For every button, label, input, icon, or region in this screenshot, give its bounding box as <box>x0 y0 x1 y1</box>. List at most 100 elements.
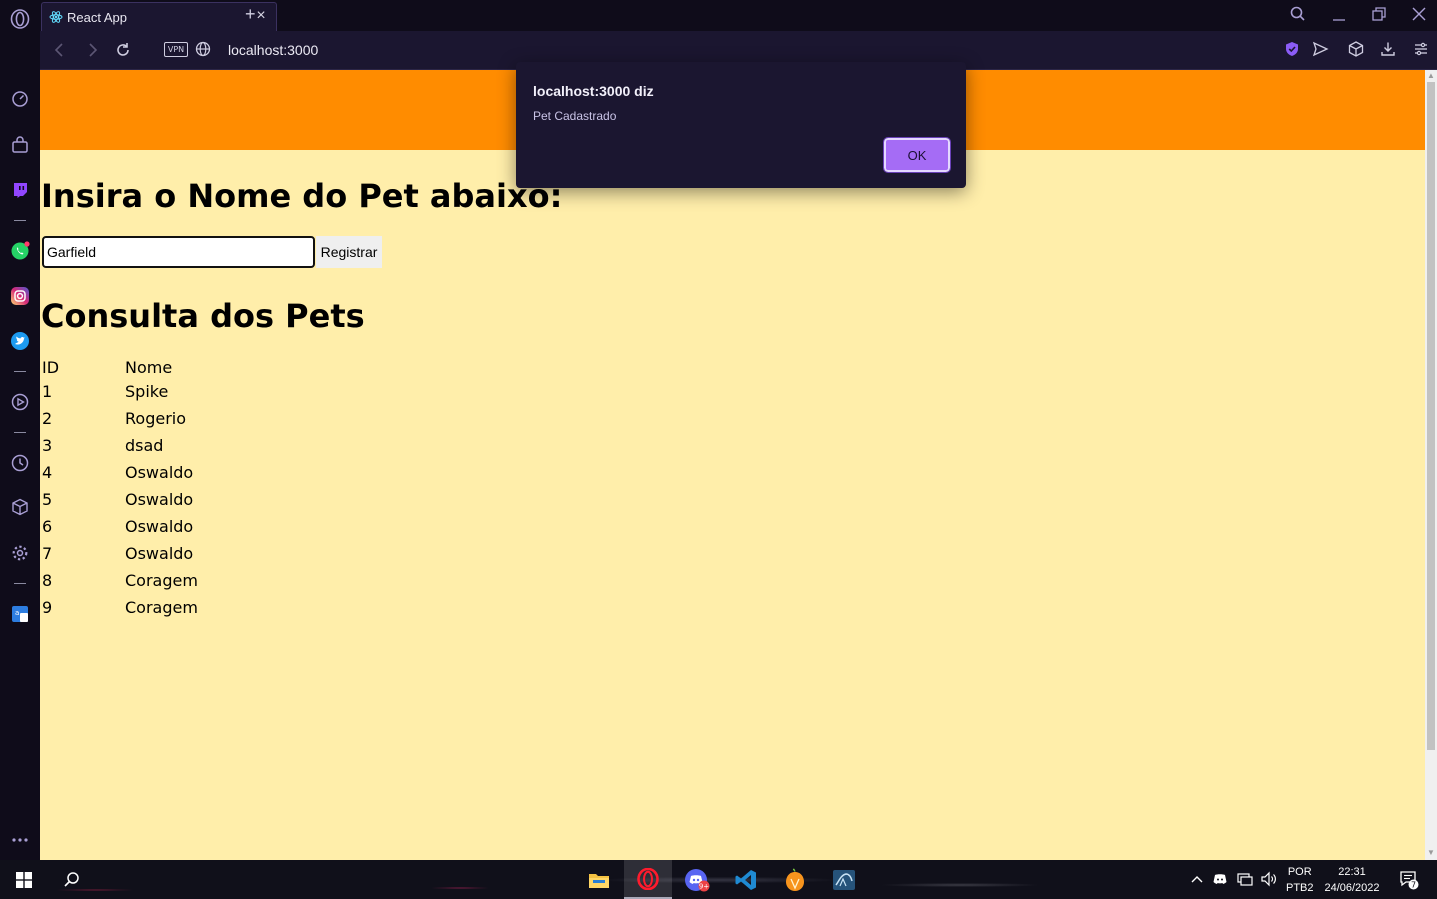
notification-count: 7 <box>1411 881 1416 890</box>
cell-id: 7 <box>42 544 53 563</box>
page-scrollbar[interactable]: ▲ ▼ <box>1425 70 1437 860</box>
cell-id: 4 <box>42 463 53 482</box>
restore-icon[interactable] <box>1370 5 1392 25</box>
pet-name-input[interactable] <box>42 236 315 268</box>
cell-nome: Oswaldo <box>125 517 194 536</box>
mysql-workbench-icon[interactable] <box>820 860 868 899</box>
cell-nome: Spike <box>125 382 169 401</box>
download-icon[interactable] <box>1379 40 1399 60</box>
cell-id: 1 <box>42 382 53 401</box>
opera-icon[interactable] <box>624 860 672 899</box>
whatsapp-icon[interactable] <box>10 241 30 261</box>
table-row: 2 Rogerio <box>42 406 198 431</box>
language-indicator[interactable]: POR PTB2 <box>1286 864 1314 896</box>
back-icon[interactable] <box>50 40 70 60</box>
url-field[interactable]: localhost:3000 <box>228 42 318 58</box>
pets-table: ID Nome 1 Spike 2 Rogerio 3 dsad 4 Oswaldo 5… <box>40 356 200 622</box>
easy-setup-icon[interactable] <box>1412 40 1432 60</box>
speed-dial-icon[interactable] <box>10 89 30 109</box>
clock[interactable]: 22:31 24/06/2022 <box>1322 864 1382 896</box>
close-window-icon[interactable] <box>1410 5 1432 25</box>
search-icon[interactable] <box>48 860 96 899</box>
search-tabs-icon[interactable] <box>1289 5 1311 25</box>
more-icon[interactable] <box>10 830 30 850</box>
settings-icon[interactable] <box>10 543 30 563</box>
discord-icon[interactable]: 9+ <box>673 860 721 899</box>
opera-logo-icon[interactable] <box>10 9 30 29</box>
tab-strip: React App × + <box>40 0 1437 31</box>
table-row: 4 Oswaldo <box>42 460 198 485</box>
close-tab-icon[interactable]: × <box>254 8 268 24</box>
new-tab-icon[interactable]: + <box>245 4 256 25</box>
alert-message: Pet Cadastrado <box>533 109 617 123</box>
table-row: 3 dsad <box>42 433 198 458</box>
keyboard-layout: PTB2 <box>1286 882 1314 894</box>
sidebar-divider <box>14 371 26 372</box>
scroll-down-icon[interactable]: ▼ <box>1426 848 1436 858</box>
table-row: 7 Oswaldo <box>42 541 198 566</box>
shopping-icon[interactable] <box>10 135 30 155</box>
vpn-badge[interactable]: VPN <box>164 42 188 57</box>
forward-icon[interactable] <box>82 40 102 60</box>
windows-start-icon[interactable] <box>0 860 48 899</box>
twitter-icon[interactable] <box>10 331 30 351</box>
chevron-up-icon[interactable] <box>1189 871 1205 887</box>
cell-nome: Rogerio <box>125 409 186 428</box>
cell-id: 3 <box>42 436 53 455</box>
page-viewport: Insira o Nome do Pet abaixo: Registrar C… <box>40 70 1425 860</box>
cell-id: 2 <box>42 409 53 428</box>
snapshot-icon[interactable] <box>1347 40 1367 60</box>
cell-nome: dsad <box>125 436 164 455</box>
minimize-icon[interactable] <box>1330 5 1352 25</box>
adblock-shield-icon[interactable] <box>1283 40 1303 60</box>
file-explorer-icon[interactable] <box>575 860 623 899</box>
table-header-row: ID Nome <box>42 358 198 377</box>
twitch-icon[interactable] <box>10 180 30 200</box>
reload-icon[interactable] <box>113 40 133 60</box>
opera-sidebar: a <box>0 0 40 860</box>
page-heading: Insira o Nome do Pet abaixo: <box>41 177 563 215</box>
windows-taskbar: 9+ POR PTB2 22:31 24/06/2022 7 <box>0 860 1437 899</box>
volume-icon[interactable] <box>1260 871 1276 887</box>
cell-nome: Oswaldo <box>125 490 194 509</box>
react-favicon-icon <box>49 10 63 29</box>
fl-studio-icon[interactable] <box>771 860 819 899</box>
clock-time: 22:31 <box>1338 866 1366 878</box>
scroll-up-icon[interactable]: ▲ <box>1426 71 1436 81</box>
consulta-heading: Consulta dos Pets <box>41 297 365 335</box>
cell-id: 5 <box>42 490 53 509</box>
globe-icon[interactable] <box>194 40 214 60</box>
table-row: 5 Oswaldo <box>42 487 198 512</box>
extensions-icon[interactable] <box>10 497 30 517</box>
cell-nome: Coragem <box>125 598 198 617</box>
column-header-id: ID <box>42 358 60 377</box>
discord-tray-icon[interactable] <box>1212 871 1228 887</box>
language-code: POR <box>1287 866 1312 878</box>
alert-dialog: localhost:3000 diz Pet Cadastrado OK <box>516 62 966 188</box>
register-button[interactable]: Registrar <box>316 236 382 268</box>
svg-text:a: a <box>15 609 19 617</box>
notification-icon[interactable]: 7 <box>1399 870 1419 890</box>
vscode-icon[interactable] <box>722 860 770 899</box>
discord-badge: 9+ <box>699 882 709 890</box>
tab-react-app[interactable]: React App × <box>41 2 277 31</box>
tab-title: React App <box>67 10 127 25</box>
alert-title: localhost:3000 diz <box>533 83 654 99</box>
sidebar-divider <box>14 220 26 221</box>
cell-nome: Coragem <box>125 571 198 590</box>
scrollbar-thumb[interactable] <box>1427 82 1435 750</box>
send-icon[interactable] <box>1311 40 1331 60</box>
column-header-nome: Nome <box>125 358 173 377</box>
history-icon[interactable] <box>10 453 30 473</box>
player-icon[interactable] <box>10 392 30 412</box>
table-row: 6 Oswaldo <box>42 514 198 539</box>
translate-icon[interactable]: a <box>10 604 30 624</box>
instagram-icon[interactable] <box>10 286 30 306</box>
cell-nome: Oswaldo <box>125 463 194 482</box>
table-row: 1 Spike <box>42 379 198 404</box>
sidebar-divider <box>14 432 26 433</box>
cell-nome: Oswaldo <box>125 544 194 563</box>
cell-id: 9 <box>42 598 53 617</box>
alert-ok-button[interactable]: OK <box>883 137 951 173</box>
network-icon[interactable] <box>1237 871 1253 887</box>
